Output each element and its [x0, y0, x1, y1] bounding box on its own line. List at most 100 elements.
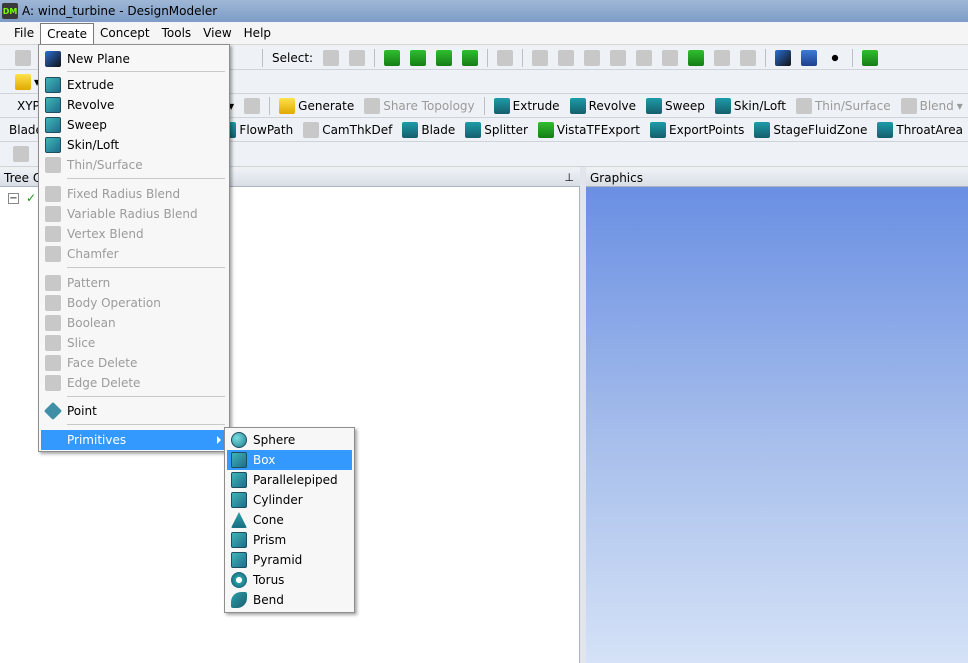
menu-item-revolve[interactable]: Revolve [41, 95, 227, 115]
menu-item-boolean[interactable]: Boolean [41, 313, 227, 333]
menu-item-sweep[interactable]: Sweep [41, 115, 227, 135]
menu-item-face-delete[interactable]: Face Delete [41, 353, 227, 373]
blend-button[interactable]: Blend ▾ [896, 96, 968, 116]
share-topology-button[interactable]: Share Topology [359, 96, 479, 116]
unit-icon [15, 73, 31, 90]
revolve-button[interactable]: Revolve [565, 96, 641, 116]
select-faces-button[interactable] [431, 48, 457, 68]
generate-button[interactable]: Generate [274, 96, 359, 116]
sketch-tool-button[interactable] [8, 144, 34, 164]
new-sketch-icon [244, 97, 261, 114]
menu-item-slice[interactable]: Slice [41, 333, 227, 353]
select-points-button[interactable] [379, 48, 405, 68]
menu-item-label: Point [67, 404, 97, 418]
exportpoints-button[interactable]: ExportPoints [645, 120, 749, 140]
skin-loft-button[interactable]: Skin/Loft [710, 96, 791, 116]
pan-button[interactable] [553, 48, 579, 68]
throatarea-button[interactable]: ThroatArea [872, 120, 968, 140]
zoom-out-button[interactable] [709, 48, 735, 68]
display-model-button[interactable] [796, 48, 822, 68]
extrude-button[interactable]: Extrude [489, 96, 565, 116]
menu-item-pattern[interactable]: Pattern [41, 273, 227, 293]
sweep-icon [45, 117, 61, 133]
select-points-icon [384, 49, 401, 66]
pin-icon[interactable]: ⊥ [564, 169, 574, 187]
primitive-box[interactable]: Box [227, 450, 352, 470]
skin-loft-label: Skin/Loft [733, 98, 786, 113]
menu-item-thin-surface[interactable]: Thin/Surface [41, 155, 227, 175]
primitive-parallelepiped[interactable]: Parallelepiped [227, 470, 352, 490]
slice-icon [45, 335, 61, 351]
skin-loft-icon [714, 97, 731, 114]
menu-item-extrude[interactable]: Extrude [41, 75, 227, 95]
select-mode-button[interactable] [318, 48, 344, 68]
menu-item-label: Body Operation [67, 296, 161, 310]
menu-file[interactable]: File [8, 23, 40, 44]
menu-item-chamfer[interactable]: Chamfer [41, 244, 227, 264]
select-filter-button[interactable] [344, 48, 370, 68]
menu-item-primitives[interactable]: Primitives [41, 430, 227, 450]
iso-view-button[interactable] [735, 48, 761, 68]
menu-concept[interactable]: Concept [94, 23, 156, 44]
splitter-button[interactable]: Splitter [460, 120, 533, 140]
chamfer-icon [45, 246, 61, 262]
menu-item-vertex-blend[interactable]: Vertex Blend [41, 224, 227, 244]
magnifier-button[interactable] [657, 48, 683, 68]
camthkdef-label: CamThkDef [322, 122, 393, 137]
menu-item-label: Edge Delete [67, 376, 141, 390]
primitive-prism[interactable]: Prism [227, 530, 352, 550]
extend-selection-button[interactable] [492, 48, 518, 68]
menu-item-label: Skin/Loft [67, 138, 120, 152]
zoom-fit-button[interactable] [631, 48, 657, 68]
menu-tools[interactable]: Tools [156, 23, 198, 44]
menu-help[interactable]: Help [238, 23, 277, 44]
display-points-button[interactable] [822, 48, 848, 68]
tree-expand-icon[interactable]: − [8, 193, 19, 204]
zoom-in-button[interactable] [683, 48, 709, 68]
select-edges-button[interactable] [405, 48, 431, 68]
new-sketch-button[interactable] [239, 96, 265, 116]
menu-item-label: Chamfer [67, 247, 119, 261]
toolbar-separator [765, 48, 767, 67]
primitive-cylinder[interactable]: Cylinder [227, 490, 352, 510]
vistatfexport-button[interactable]: VistaTFExport [533, 120, 645, 140]
menu-item-edge-delete[interactable]: Edge Delete [41, 373, 227, 393]
primitive-sphere[interactable]: Sphere [227, 430, 352, 450]
menu-view[interactable]: View [197, 23, 237, 44]
primitive-torus[interactable]: Torus [227, 570, 352, 590]
blade-button[interactable]: Blade [397, 120, 460, 140]
tree-check-icon: ✓ [26, 191, 37, 205]
menu-item-label: Slice [67, 336, 96, 350]
primitive-bend[interactable]: Bend [227, 590, 352, 610]
select-label: Select: [272, 50, 314, 65]
revolve-icon [569, 97, 586, 114]
rotate-button[interactable] [527, 48, 553, 68]
menu-item-label: Sweep [67, 118, 107, 132]
primitive-pyramid[interactable]: Pyramid [227, 550, 352, 570]
primitive-cone[interactable]: Cone [227, 510, 352, 530]
menu-item-point[interactable]: Point [41, 401, 227, 421]
menu-item-fixed-radius-blend[interactable]: Fixed Radius Blend [41, 184, 227, 204]
menu-item-label: Thin/Surface [67, 158, 143, 172]
sweep-button[interactable]: Sweep [641, 96, 710, 116]
camthkdef-button[interactable]: CamThkDef [298, 120, 397, 140]
menu-create[interactable]: Create [40, 23, 94, 45]
zoom-button[interactable] [579, 48, 605, 68]
graphics-header: Graphics [586, 169, 968, 187]
zoom-box-button[interactable] [605, 48, 631, 68]
graphics-viewport[interactable] [586, 187, 968, 663]
new-plane-icon [45, 51, 61, 67]
menu-item-skin-loft[interactable]: Skin/Loft [41, 135, 227, 155]
menu-item-variable-radius-blend[interactable]: Variable Radius Blend [41, 204, 227, 224]
select-bodies-button[interactable] [457, 48, 483, 68]
skin-loft-icon [45, 137, 61, 153]
menu-item-new-plane[interactable]: New Plane [41, 49, 227, 69]
stagefluidzone-button[interactable]: StageFluidZone [749, 120, 872, 140]
new-file-button[interactable] [10, 48, 36, 68]
camthkdef-icon [303, 121, 320, 138]
triad-button[interactable] [770, 48, 796, 68]
thin-surface-button[interactable]: Thin/Surface [791, 96, 896, 116]
look-at-button[interactable] [857, 48, 883, 68]
menu-item-body-operation[interactable]: Body Operation [41, 293, 227, 313]
menu-item-label: Face Delete [67, 356, 138, 370]
